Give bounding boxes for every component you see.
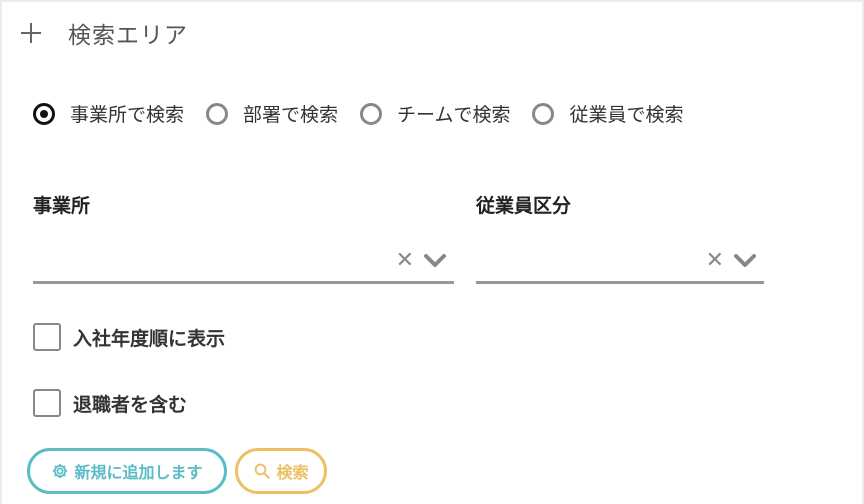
radio-label: 部署で検索 <box>243 104 339 126</box>
checkbox-label: 退職者を含む <box>73 393 188 416</box>
radio-circle[interactable] <box>33 102 55 125</box>
radio-circle[interactable] <box>360 102 383 125</box>
employee-type-select[interactable]: ✕ <box>476 240 764 284</box>
radio-label: 従業員で検索 <box>569 104 684 126</box>
radio-search-by-department[interactable]: 部署で検索 <box>206 100 338 127</box>
sort-by-join-year-checkbox[interactable]: 入社年度順に表示 <box>33 323 225 351</box>
include-retired-checkbox[interactable]: 退職者を含む <box>33 389 187 417</box>
radio-search-by-team[interactable]: チームで検索 <box>360 100 510 127</box>
plus-icon[interactable] <box>20 22 42 44</box>
radio-circle[interactable] <box>532 102 555 125</box>
gear-icon <box>53 463 68 479</box>
office-field-label: 事業所 <box>33 195 91 217</box>
search-panel: 検索エリア 事業所で検索 部署で検索 チームで検索 従業員で検索 事業所 ✕ 従… <box>0 0 864 504</box>
chevron-down-icon[interactable] <box>734 254 756 268</box>
radio-circle[interactable] <box>206 102 229 125</box>
checkbox-label: 入社年度順に表示 <box>73 327 226 350</box>
clear-icon[interactable]: ✕ <box>396 250 414 272</box>
checkbox-box[interactable] <box>33 389 61 417</box>
search-button[interactable]: 検索 <box>235 448 327 494</box>
office-select[interactable]: ✕ <box>33 240 454 284</box>
employee-type-field-label: 従業員区分 <box>476 195 572 217</box>
clear-icon[interactable]: ✕ <box>706 250 724 272</box>
checkbox-box[interactable] <box>33 323 61 351</box>
search-button-label: 検索 <box>276 463 309 482</box>
add-new-button[interactable]: 新規に追加します <box>27 448 227 494</box>
chevron-down-icon[interactable] <box>424 254 446 268</box>
radio-label: 事業所で検索 <box>70 104 185 126</box>
radio-search-by-employee[interactable]: 従業員で検索 <box>532 100 683 127</box>
add-new-button-label: 新規に追加します <box>74 463 203 482</box>
search-area-title: 検索エリア <box>68 23 188 49</box>
search-area-header[interactable]: 検索エリア <box>20 16 188 50</box>
search-icon <box>255 463 271 479</box>
search-mode-radio-group: 事業所で検索 部署で検索 チームで検索 従業員で検索 <box>33 100 705 127</box>
radio-label: チームで検索 <box>397 104 511 126</box>
radio-search-by-office[interactable]: 事業所で検索 <box>33 100 184 127</box>
